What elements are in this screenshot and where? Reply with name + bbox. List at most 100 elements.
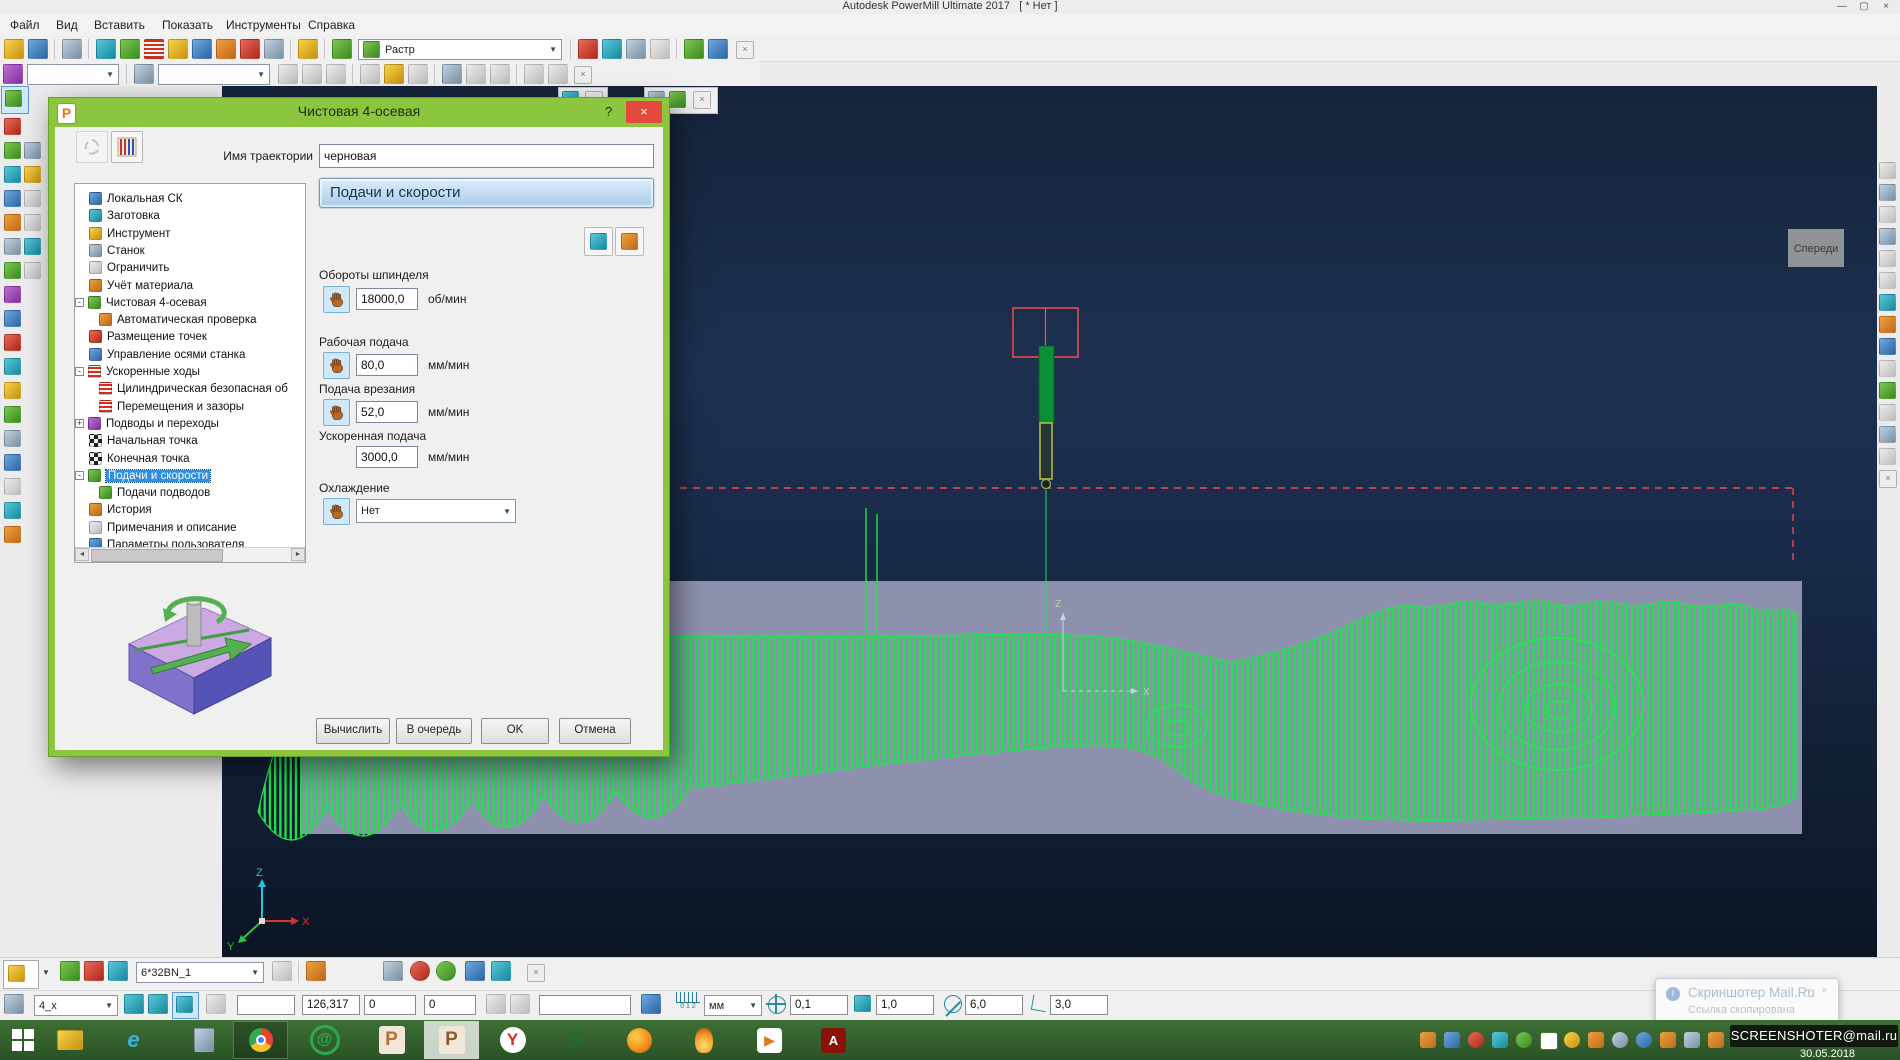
calculator-icon[interactable] [650, 39, 670, 59]
hatch-icon[interactable] [684, 39, 704, 59]
fragment2-icon-b[interactable] [669, 91, 686, 108]
tray-icon-2[interactable] [1444, 1032, 1460, 1048]
save-icon[interactable] [28, 39, 48, 59]
view-toolbar-icon-7[interactable] [1879, 360, 1896, 377]
draw-pencil-icon[interactable] [465, 961, 485, 981]
tree-item-lead-feeds[interactable]: Подачи подводов [75, 484, 305, 501]
left-icon-2[interactable] [24, 142, 41, 159]
taskbar-calculator[interactable] [176, 1021, 231, 1059]
tool-name-combo[interactable]: 6*32BN_1 [136, 962, 264, 983]
tree-item-point-distribution[interactable]: Размещение точек [75, 328, 305, 345]
cutting-feed-input[interactable] [356, 354, 418, 376]
view-toolbar-icon-2[interactable] [1879, 184, 1896, 201]
status-long-field[interactable] [539, 995, 631, 1015]
workplane-combo[interactable] [27, 64, 119, 85]
open-file-icon[interactable] [4, 39, 24, 59]
z-axis-toggle[interactable] [172, 992, 199, 1019]
tree-item-local-cs[interactable]: Локальная СК [75, 190, 305, 207]
toolpath-colour-icon[interactable] [84, 961, 104, 981]
preview-icon-button[interactable] [111, 131, 143, 163]
start-button[interactable] [12, 1029, 34, 1051]
plunge-feed-input[interactable] [356, 401, 418, 423]
coord-y-field[interactable]: 0 [364, 995, 416, 1015]
cancel-button[interactable]: Отмена [559, 718, 631, 744]
taskbar-ie[interactable]: e [106, 1021, 161, 1059]
wire-icon[interactable] [490, 64, 510, 84]
taskbar-torch-app[interactable] [676, 1021, 731, 1059]
menu-show[interactable]: Показать [158, 17, 217, 33]
tool-icon[interactable] [168, 39, 188, 59]
edit-toolpath-icon[interactable] [192, 39, 212, 59]
level-combo[interactable] [158, 64, 270, 85]
tray-mail-agent-icon[interactable] [1516, 1032, 1532, 1048]
plunge-feed-override-button[interactable] [323, 399, 350, 426]
scroll-right-icon[interactable] [291, 548, 305, 561]
active-tool-button[interactable] [3, 960, 39, 989]
dialog-close-button[interactable] [626, 101, 662, 123]
coolant-select[interactable]: Нет [356, 499, 516, 523]
axes-tile-icon[interactable] [383, 961, 403, 981]
tree-item-history[interactable]: История [75, 501, 305, 518]
grid-status-icon[interactable] [206, 994, 226, 1014]
shade-toggle-icon[interactable] [410, 961, 430, 981]
box-3d-icon[interactable] [442, 64, 462, 84]
rotate-tool-icon[interactable] [306, 961, 326, 981]
tree-item-axis-control[interactable]: Управление осями станка [75, 346, 305, 363]
tray-alert-icon[interactable] [1468, 1032, 1484, 1048]
thickness-field[interactable]: 1,0 [876, 995, 934, 1015]
tree-item-moves-clearances[interactable]: Перемещения и зазоры [75, 398, 305, 415]
tray-wifi-icon[interactable] [1660, 1032, 1676, 1048]
view-toolbar-icon-1[interactable] [1879, 162, 1896, 179]
print-icon[interactable] [62, 39, 82, 59]
left-icon-21[interactable] [4, 478, 21, 495]
level-icon[interactable] [134, 64, 154, 84]
tray-envelope-icon[interactable] [1540, 1032, 1558, 1050]
tray-cloud-icon[interactable] [1612, 1032, 1628, 1048]
menu-insert[interactable]: Вставить [90, 17, 149, 33]
left-icon-11[interactable] [4, 262, 21, 279]
points-icon[interactable] [240, 39, 260, 59]
feeds-from-toolpath-button[interactable] [584, 227, 613, 256]
calculate-button[interactable]: Вычислить [316, 718, 390, 744]
left-icon-16[interactable] [4, 358, 21, 375]
close-button[interactable]: × [1878, 1, 1894, 12]
diameter-field[interactable]: 6,0 [965, 995, 1023, 1015]
toolbar-block-icon[interactable] [120, 39, 140, 59]
left-icon-5[interactable] [4, 190, 21, 207]
tree-item-block[interactable]: Заготовка [75, 207, 305, 224]
left-icon-6[interactable] [24, 190, 41, 207]
left-icon-18[interactable] [4, 406, 21, 423]
spindle-speed-input[interactable] [356, 288, 418, 310]
tray-cloud2-icon[interactable] [1636, 1032, 1652, 1048]
view-toolbar-icon-4[interactable] [1879, 228, 1896, 245]
tree-item-stock-engagement[interactable]: Учёт материала [75, 277, 305, 294]
cursor2-icon[interactable] [1879, 448, 1896, 465]
left-icon-10[interactable] [24, 238, 41, 255]
spindle-override-button[interactable] [323, 286, 350, 313]
fragment2-close-icon[interactable] [693, 91, 711, 109]
toolpath-sim-icon[interactable] [108, 961, 128, 981]
view-toolbar-icon-8[interactable] [1879, 382, 1896, 399]
feeds-from-tool-button[interactable] [615, 227, 644, 256]
taskbar-chrome[interactable] [233, 1021, 288, 1059]
binoculars-icon[interactable] [708, 39, 728, 59]
tree-item-rapid-moves[interactable]: Ускоренные ходы [75, 363, 305, 380]
recycle-icon-button[interactable] [76, 131, 108, 163]
blocks-icon[interactable] [641, 994, 661, 1014]
left-icon-17[interactable] [4, 382, 21, 399]
mesh-icon[interactable] [466, 64, 486, 84]
toolbar-close-icon[interactable] [736, 41, 754, 59]
workplane-status-combo[interactable]: 4_x [34, 995, 118, 1016]
left-icon-4[interactable] [24, 166, 41, 183]
ok-button[interactable]: OK [481, 718, 549, 744]
eraser-icon[interactable] [278, 64, 298, 84]
tolerance-field[interactable]: 0,1 [790, 995, 848, 1015]
folder-transfer-icon[interactable] [264, 39, 284, 59]
cursor-icon[interactable] [1879, 426, 1896, 443]
left-icon-13[interactable] [4, 286, 21, 303]
grid-icon[interactable] [524, 64, 544, 84]
menu-help[interactable]: Справка [304, 17, 359, 33]
taskbar-powermill-2-active[interactable]: P [424, 1021, 479, 1059]
cutting-feed-override-button[interactable] [323, 352, 350, 379]
bottom-toolbar-close-icon[interactable] [527, 964, 545, 982]
